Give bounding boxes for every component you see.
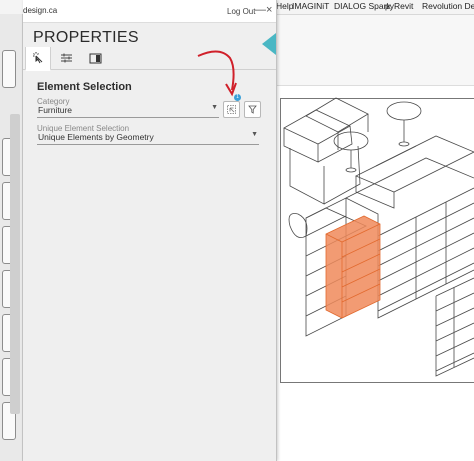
category-select[interactable]: Furniture ▼ (37, 104, 219, 118)
filter-icon (248, 105, 257, 114)
ribbon-tab-pyrevit[interactable]: pyRevit (385, 1, 413, 11)
unique-selection-value: Unique Elements by Geometry (38, 132, 154, 142)
close-button[interactable]: × (266, 4, 272, 16)
ribbon-tab-help[interactable]: Help (276, 1, 293, 11)
panel-titlebar: design.ca Log Out — × (23, 0, 276, 23)
category-value: Furniture (38, 105, 73, 115)
select-elements-icon (227, 105, 236, 114)
tab-settings[interactable] (54, 47, 78, 69)
cursor-select-icon (33, 52, 43, 64)
logout-link[interactable]: Log Out (227, 7, 255, 16)
annotation-arrow (197, 50, 237, 97)
panel-title: PROPERTIES (33, 29, 139, 46)
tab-panel[interactable] (83, 47, 107, 69)
panel-expand-tab[interactable] (262, 33, 276, 55)
ribbon-tab-dialog-spark[interactable]: DIALOG Spark (334, 1, 391, 11)
furniture-drawing[interactable] (276, 86, 474, 461)
chevron-down-icon: ▼ (211, 104, 218, 111)
selected-element (325, 215, 381, 319)
revit-left-toolbar (0, 14, 23, 461)
tab-selection[interactable] (25, 47, 51, 71)
window-url: design.ca (23, 6, 58, 15)
sliders-icon (60, 53, 72, 63)
ribbon-tab-revolution-design[interactable]: Revolution Design (422, 1, 474, 11)
chevron-down-icon: ▼ (251, 131, 258, 138)
minimize-button[interactable]: — (255, 4, 266, 16)
filter-button[interactable] (244, 101, 261, 118)
element-selection-heading: Element Selection (37, 81, 132, 93)
ribbon-tab-imaginit[interactable]: IMAGINiT (292, 1, 329, 11)
unique-selection-select[interactable]: Unique Elements by Geometry ▼ (37, 131, 259, 145)
left-scrollbar[interactable] (10, 114, 20, 414)
left-tool-button[interactable] (2, 50, 16, 88)
ribbon-panel-area (276, 15, 474, 86)
panel-icon (89, 53, 101, 63)
